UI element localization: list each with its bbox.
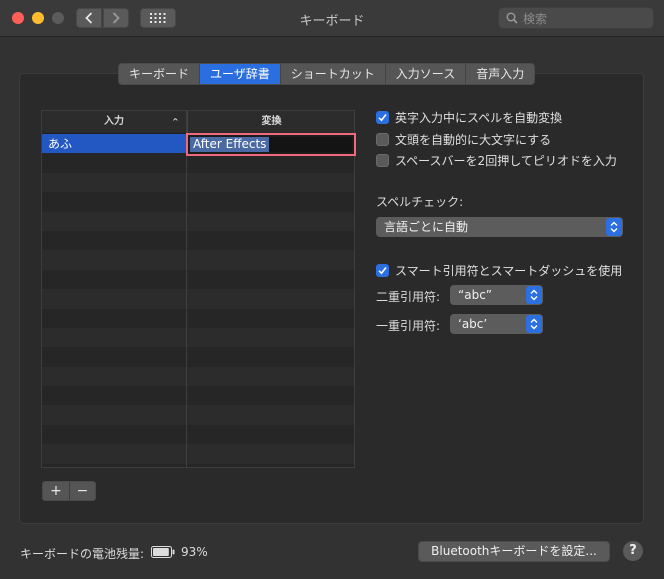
table-row[interactable] [42, 308, 354, 328]
column-header-input-label: 入力 [104, 116, 124, 127]
search-placeholder: 検索 [523, 11, 548, 26]
battery-percent: 93% [181, 545, 208, 559]
auto-capitalize-label: 文頭を自動的に大文字にする [395, 132, 552, 147]
search-field[interactable]: 検索 [498, 7, 654, 29]
updown-arrows-icon [606, 218, 622, 236]
sort-ascending-icon: ^ [172, 117, 179, 126]
dictionary-table[interactable]: 入力 ^ 変換 あふ [41, 110, 355, 468]
table-row[interactable] [42, 424, 354, 445]
auto-capitalize-checkbox[interactable] [376, 132, 389, 146]
table-row[interactable] [42, 386, 354, 406]
checkmark-icon [378, 113, 387, 121]
setup-bluetooth-keyboard-button[interactable]: Bluetoothキーボードを設定... [418, 541, 610, 562]
table-row[interactable] [42, 211, 354, 231]
double-quote-value: “abc” [458, 288, 493, 302]
spell-check-label: スペルチェック: [376, 195, 464, 209]
table-row[interactable] [42, 269, 354, 290]
auto-spell-checkbox[interactable] [376, 110, 389, 124]
single-quote-popup[interactable]: ‘abc’ [450, 314, 543, 334]
double-space-period-option[interactable]: スペースバーを2回押してピリオドを入力 [376, 152, 617, 168]
smart-quotes-label: スマート引用符とスマートダッシュを使用 [395, 263, 623, 278]
tab-user-dictionary[interactable]: ユーザ辞書 [200, 64, 281, 84]
tab-shortcuts[interactable]: ショートカット [281, 64, 386, 84]
help-button[interactable]: ? [623, 541, 643, 561]
single-quote-value: ‘abc’ [458, 317, 488, 331]
table-header: 入力 ^ 変換 [42, 111, 354, 134]
table-row[interactable] [42, 327, 354, 348]
convert-edit-inner[interactable]: After Effects [190, 137, 352, 152]
table-row[interactable] [42, 347, 354, 367]
table-row[interactable] [42, 366, 354, 387]
updown-arrows-icon [526, 315, 542, 333]
table-row[interactable] [42, 172, 354, 193]
search-icon [506, 12, 518, 24]
auto-spell-label: 英字入力中にスペルを自動変換 [395, 110, 563, 125]
checkmark-icon [378, 266, 387, 274]
single-quote-label: 一重引用符: [376, 319, 441, 333]
double-space-period-label: スペースバーを2回押してピリオドを入力 [395, 153, 617, 168]
spell-check-value: 言語ごとに自動 [384, 220, 469, 234]
tab-bar: キーボード ユーザ辞書 ショートカット 入力ソース 音声入力 [118, 63, 536, 85]
battery-level-label: キーボードの電池残量: [20, 547, 145, 561]
column-header-convert-label: 変換 [261, 116, 282, 127]
tab-keyboard[interactable]: キーボード [119, 64, 201, 84]
table-row[interactable] [42, 153, 354, 173]
auto-capitalize-option[interactable]: 文頭を自動的に大文字にする [376, 131, 551, 147]
table-row[interactable] [42, 444, 354, 464]
table-rows: あふ [42, 134, 354, 464]
add-remove-control: + − [42, 481, 96, 501]
double-quote-label: 二重引用符: [376, 290, 441, 304]
remove-entry-button[interactable]: − [69, 482, 95, 500]
convert-edit-field[interactable]: After Effects [186, 133, 356, 156]
spell-check-popup[interactable]: 言語ごとに自動 [376, 217, 623, 237]
tab-input-sources[interactable]: 入力ソース [386, 64, 467, 84]
table-row[interactable] [42, 289, 354, 309]
table-row[interactable] [42, 192, 354, 212]
updown-arrows-icon [526, 286, 542, 304]
double-space-period-checkbox[interactable] [376, 153, 389, 167]
battery-fill [153, 548, 169, 556]
tab-dictation[interactable]: 音声入力 [466, 64, 534, 84]
convert-edit-value[interactable]: After Effects [190, 137, 270, 152]
smart-quotes-checkbox[interactable] [376, 263, 389, 277]
auto-spell-option[interactable]: 英字入力中にスペルを自動変換 [376, 109, 562, 125]
column-divider [186, 111, 187, 467]
title-bar: キーボード 検索 [0, 0, 664, 37]
table-row[interactable] [42, 405, 354, 425]
add-entry-button[interactable]: + [43, 482, 69, 500]
table-row[interactable] [42, 250, 354, 270]
double-quote-popup[interactable]: “abc” [450, 285, 543, 305]
entry-input-cell[interactable]: あふ [42, 134, 186, 154]
smart-quotes-option[interactable]: スマート引用符とスマートダッシュを使用 [376, 262, 622, 278]
column-header-convert[interactable]: 変換 [187, 111, 354, 133]
battery-icon [151, 546, 175, 558]
column-header-input[interactable]: 入力 [42, 111, 186, 133]
table-row[interactable] [42, 230, 354, 251]
